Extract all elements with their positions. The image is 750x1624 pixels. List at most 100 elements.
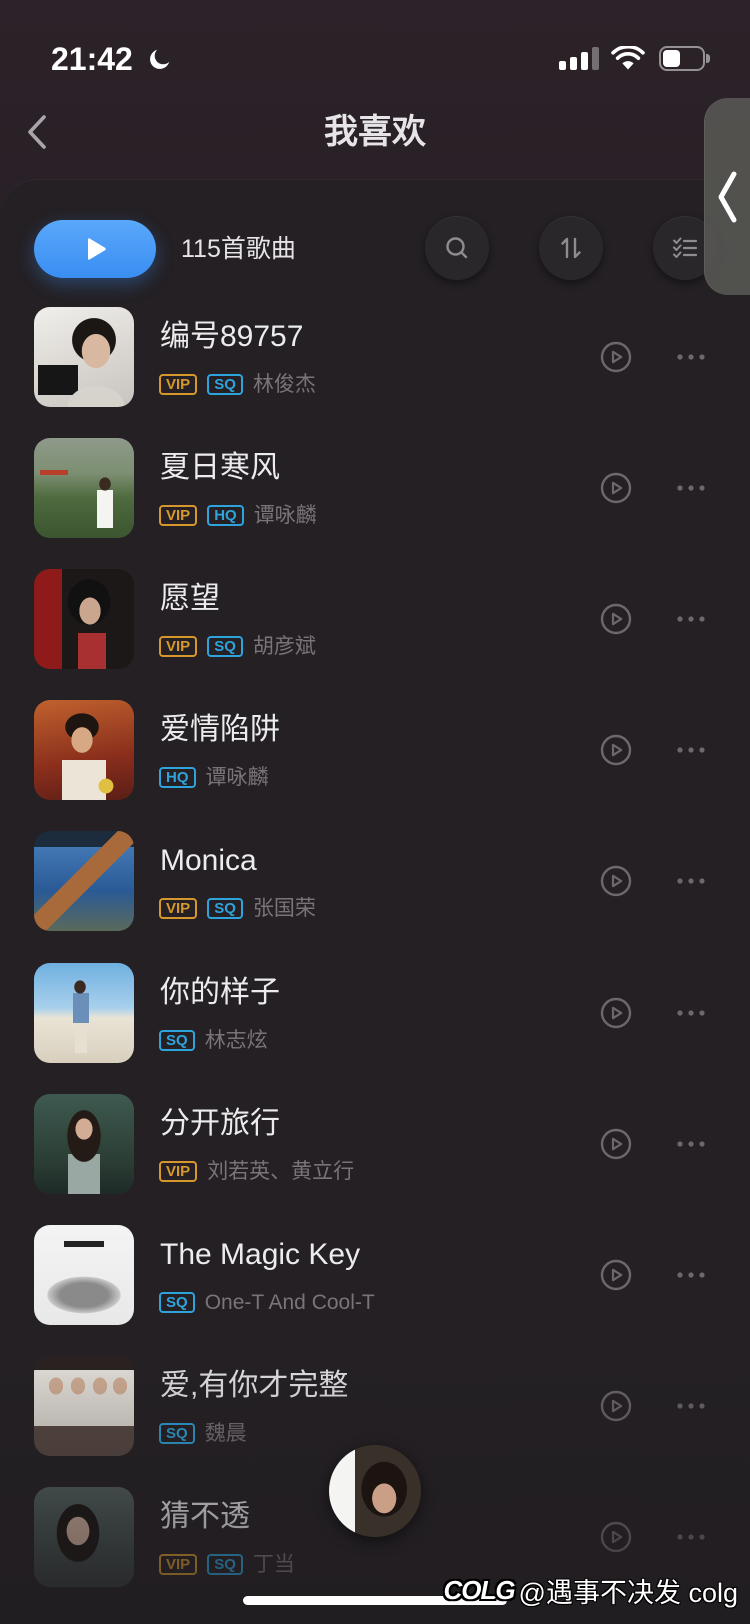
song-meta: VIP HQ 谭咏麟: [159, 505, 317, 526]
song-title: 你的样子: [160, 976, 280, 1009]
sq-badge: SQ: [159, 1030, 195, 1051]
more-options-button[interactable]: [672, 1138, 710, 1150]
song-meta: VIP SQ 张国荣: [159, 898, 316, 919]
signal-bar: [570, 57, 577, 70]
sq-badge: SQ: [159, 1423, 195, 1444]
more-options-button[interactable]: [672, 1269, 710, 1281]
search-icon: [446, 237, 468, 259]
battery-level: [663, 50, 680, 67]
side-drawer-handle[interactable]: [704, 98, 750, 295]
song-row[interactable]: 你的样子 SQ 林志炫: [0, 948, 750, 1079]
signal-bar: [592, 47, 599, 70]
row-play-button[interactable]: [600, 1390, 632, 1422]
row-play-button[interactable]: [600, 341, 632, 373]
artist-name: 丁当: [252, 1553, 295, 1576]
row-play-button[interactable]: [600, 1521, 632, 1553]
song-row[interactable]: 爱情陷阱 HQ 谭咏麟: [0, 685, 750, 816]
album-cover: [34, 831, 134, 931]
more-dots-icon: [672, 1138, 710, 1150]
song-title: 爱,有你才完整: [160, 1369, 349, 1402]
song-row[interactable]: 夏日寒风 VIP HQ 谭咏麟: [0, 423, 750, 554]
album-cover: [34, 438, 134, 538]
artist-name: 张国荣: [252, 897, 316, 920]
checklist-icon: [673, 237, 698, 258]
more-dots-icon: [672, 1400, 710, 1412]
more-options-button[interactable]: [672, 482, 710, 494]
song-title: 夏日寒风: [160, 451, 280, 484]
more-dots-icon: [672, 1007, 710, 1019]
song-row[interactable]: The Magic Key SQ One-T And Cool-T: [0, 1210, 750, 1341]
search-button[interactable]: [425, 216, 489, 280]
row-play-button[interactable]: [600, 1128, 632, 1160]
more-dots-icon: [672, 613, 710, 625]
song-row[interactable]: 愿望 VIP SQ 胡彦斌: [0, 554, 750, 685]
row-play-button[interactable]: [600, 472, 632, 504]
artist-name: One-T And Cool-T: [204, 1291, 375, 1314]
mini-player-cover[interactable]: [329, 1445, 421, 1537]
more-options-button[interactable]: [672, 613, 710, 625]
row-play-button[interactable]: [600, 997, 632, 1029]
row-play-button[interactable]: [600, 734, 632, 766]
vip-badge: VIP: [159, 636, 198, 657]
watermark-text: @遇事不决发 colg: [518, 1577, 738, 1608]
play-circle-icon: [600, 341, 632, 373]
album-cover: [34, 700, 134, 800]
song-meta: SQ 魏晨: [159, 1423, 247, 1444]
song-meta: VIP SQ 林俊杰: [159, 374, 316, 395]
chevron-left-icon: [718, 171, 737, 223]
cellular-signal-icon: [559, 47, 601, 70]
album-cover: [34, 1487, 134, 1587]
artist-name: 刘若英、黄立行: [207, 1160, 355, 1183]
more-dots-icon: [672, 1531, 710, 1543]
more-options-button[interactable]: [672, 351, 710, 363]
sq-badge: SQ: [207, 1554, 243, 1575]
more-options-button[interactable]: [672, 1007, 710, 1019]
sort-icon: [561, 237, 581, 259]
vip-badge: VIP: [159, 374, 198, 395]
album-cover: [34, 1094, 134, 1194]
song-count: 115首歌曲: [181, 235, 296, 263]
artist-name: 谭咏麟: [205, 766, 269, 789]
battery-icon: [659, 46, 710, 71]
album-cover: [34, 1225, 134, 1325]
song-meta: HQ 谭咏麟: [159, 767, 269, 788]
album-cover: [34, 1356, 134, 1456]
song-title: 爱情陷阱: [160, 713, 280, 746]
artist-name: 魏晨: [204, 1422, 247, 1445]
more-dots-icon: [672, 744, 710, 756]
vip-badge: VIP: [159, 1161, 198, 1182]
more-options-button[interactable]: [672, 1400, 710, 1412]
play-all-button[interactable]: [34, 220, 156, 278]
play-circle-icon: [600, 1390, 632, 1422]
song-meta: VIP SQ 丁当: [159, 1554, 295, 1575]
sort-button[interactable]: [539, 216, 603, 280]
song-row[interactable]: Monica VIP SQ 张国荣: [0, 816, 750, 947]
page-title: 我喜欢: [324, 113, 426, 151]
artist-name: 林俊杰: [252, 373, 316, 396]
sq-badge: SQ: [159, 1292, 195, 1313]
artist-name: 胡彦斌: [252, 635, 316, 658]
moon-icon: [147, 46, 173, 72]
artist-name: 谭咏麟: [253, 504, 317, 527]
row-play-button[interactable]: [600, 603, 632, 635]
play-circle-icon: [600, 472, 632, 504]
song-row[interactable]: 分开旅行 VIP 刘若英、黄立行: [0, 1079, 750, 1210]
play-circle-icon: [600, 1259, 632, 1291]
watermark: COLG @遇事不决发 colg: [443, 1572, 738, 1608]
play-circle-icon: [600, 865, 632, 897]
more-options-button[interactable]: [672, 1531, 710, 1543]
signal-bar: [581, 52, 588, 70]
row-play-button[interactable]: [600, 865, 632, 897]
album-cover: [34, 307, 134, 407]
wifi-icon: [611, 46, 645, 71]
vip-badge: VIP: [159, 505, 198, 526]
song-title: 分开旅行: [160, 1107, 280, 1140]
row-play-button[interactable]: [600, 1259, 632, 1291]
more-options-button[interactable]: [672, 875, 710, 887]
more-options-button[interactable]: [672, 744, 710, 756]
battery-cap: [706, 54, 710, 63]
song-row[interactable]: 编号89757 VIP SQ 林俊杰: [0, 292, 750, 423]
play-circle-icon: [600, 1128, 632, 1160]
sq-badge: SQ: [207, 636, 243, 657]
watermark-logo: COLG: [443, 1574, 515, 1605]
